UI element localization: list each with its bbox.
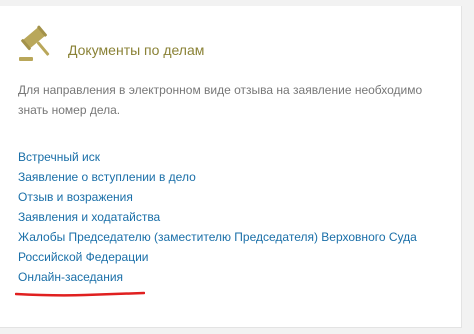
red-underline-highlight	[15, 291, 145, 297]
document-links-list: Встречный иск Заявление о вступлении в д…	[18, 147, 458, 287]
gavel-icon	[19, 25, 50, 61]
section-header	[15, 21, 55, 65]
link-join-case-statement[interactable]: Заявление о вступлении в дело	[18, 167, 458, 187]
link-complaints-chairman[interactable]: Жалобы Председателю (заместителю Председ…	[18, 227, 458, 267]
section-description: Для направления в электронном виде отзыв…	[18, 83, 423, 117]
link-online-hearings[interactable]: Онлайн-заседания	[18, 267, 458, 287]
link-response-objections[interactable]: Отзыв и возражения	[18, 187, 458, 207]
link-statements-motions[interactable]: Заявления и ходатайства	[18, 207, 458, 227]
link-counterclaim[interactable]: Встречный иск	[18, 147, 458, 167]
documents-panel: Документы по делам Для направления в эле…	[0, 6, 462, 328]
section-title: Документы по делам	[68, 42, 205, 58]
